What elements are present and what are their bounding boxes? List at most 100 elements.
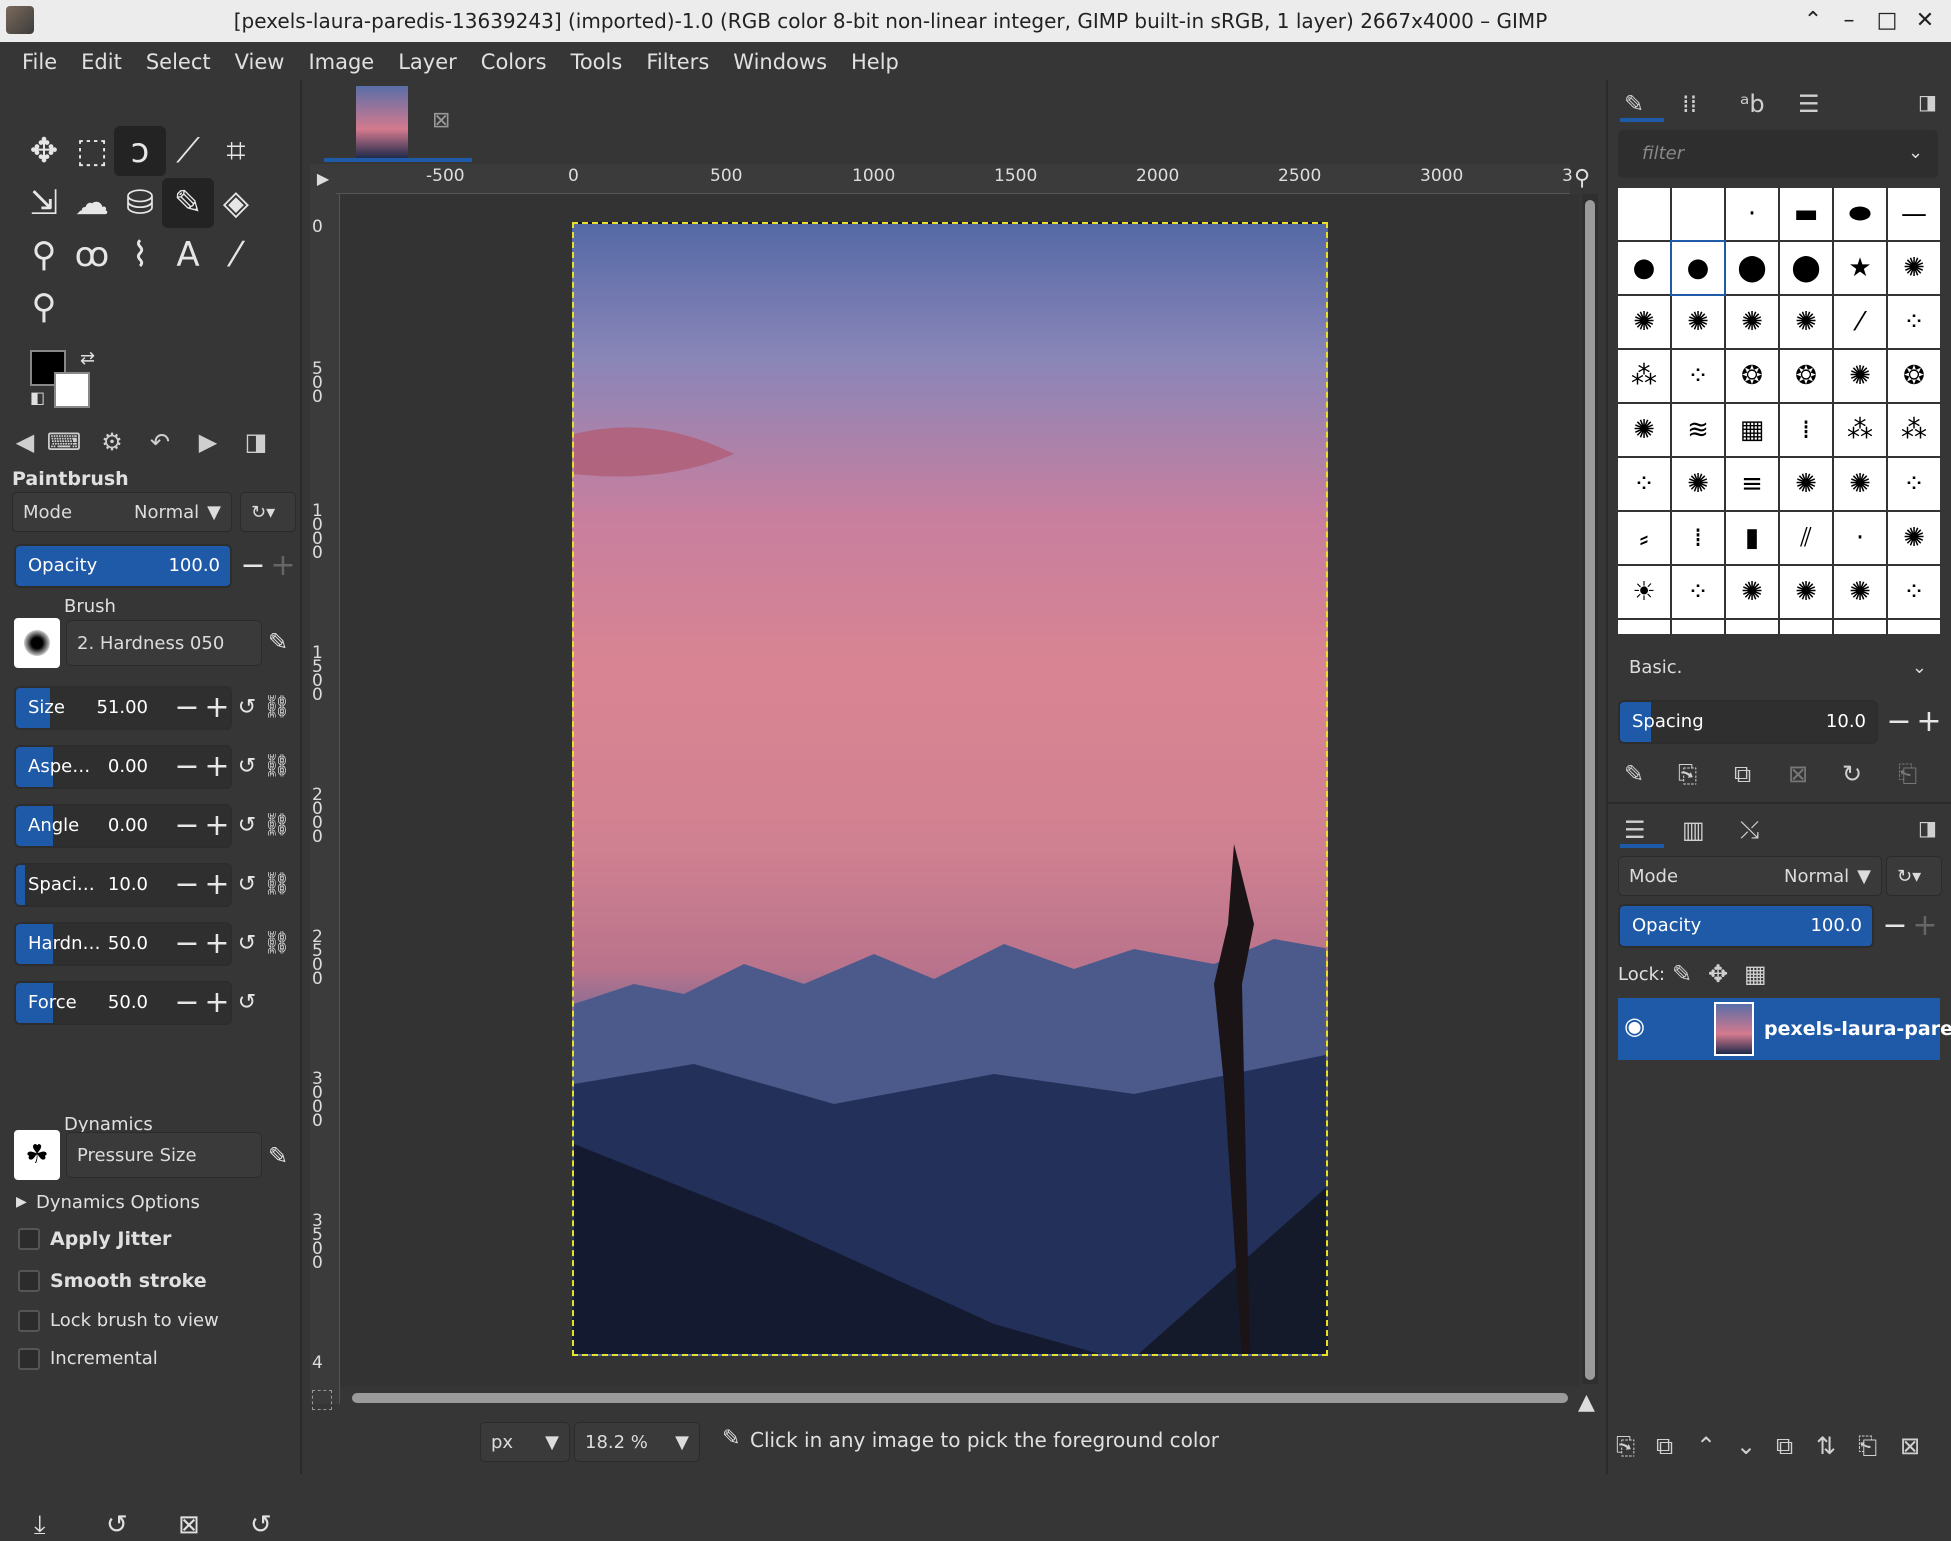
menu-select[interactable]: Select bbox=[134, 44, 223, 80]
crop-icon[interactable]: ⌗ bbox=[210, 126, 262, 176]
brush-preset-cell[interactable]: ⬤ bbox=[1780, 242, 1832, 294]
slider-reset-icon[interactable]: ↺ bbox=[232, 686, 262, 730]
restore-options-icon[interactable]: ↺ bbox=[106, 1510, 128, 1540]
raise-layer-icon[interactable]: ⌃ bbox=[1696, 1432, 1716, 1460]
slider-plus-button[interactable]: + bbox=[202, 863, 232, 907]
spacing-minus-button[interactable]: − bbox=[1884, 700, 1914, 744]
navigate-icon[interactable]: ▲ bbox=[1578, 1390, 1595, 1415]
vertical-scrollbar[interactable] bbox=[1582, 194, 1598, 1384]
unified-transform-icon[interactable]: ⇲ bbox=[18, 178, 70, 228]
brush-preset-cell[interactable]: ● bbox=[1618, 242, 1670, 294]
duplicate-brush-icon[interactable]: ⧉ bbox=[1734, 760, 1751, 788]
opacity-minus-button[interactable]: − bbox=[238, 544, 268, 588]
slider-reset-icon[interactable]: ↺ bbox=[232, 745, 262, 789]
brush-preset-cell[interactable]: ✺ bbox=[1726, 566, 1778, 618]
brush-preset-cell[interactable]: ≋ bbox=[1672, 404, 1724, 456]
edit-dynamics-icon[interactable]: ✎ bbox=[268, 1142, 288, 1170]
brush-preset-cell[interactable]: ✺ bbox=[1834, 458, 1886, 510]
free-select-icon[interactable]: ↄ bbox=[114, 126, 166, 176]
menu-windows[interactable]: Windows bbox=[721, 44, 839, 80]
chevron-down-icon[interactable]: ⌄ bbox=[1908, 142, 1923, 163]
brush-preset-cell[interactable]: ✺ bbox=[1672, 296, 1724, 348]
duplicate-layer-icon[interactable]: ⧉ bbox=[1776, 1432, 1793, 1460]
brush-preset-cell[interactable]: ▮ bbox=[1726, 512, 1778, 564]
menu-view[interactable]: View bbox=[223, 44, 297, 80]
quick-mask-icon[interactable] bbox=[312, 1390, 332, 1410]
incremental-checkbox[interactable] bbox=[18, 1348, 40, 1370]
brush-preset-cell[interactable]: ✺ bbox=[1834, 620, 1886, 634]
background-color-swatch[interactable] bbox=[54, 372, 90, 408]
brush-preset-cell[interactable]: ✺ bbox=[1672, 458, 1724, 510]
brush-preset-cell[interactable]: ✺ bbox=[1672, 620, 1724, 634]
document-history-tab-icon[interactable]: ☰ bbox=[1798, 90, 1820, 118]
zoom-combo[interactable]: 18.2 % ▼ bbox=[574, 1422, 700, 1462]
maximize-button[interactable]: □ bbox=[1870, 6, 1904, 36]
new-brush-icon[interactable]: ⎘ bbox=[1678, 760, 1697, 788]
undo-history-tab-icon[interactable]: ↶ bbox=[136, 428, 184, 456]
zoom-tool-icon[interactable]: ⚲ bbox=[18, 282, 70, 332]
brush-preset-cell[interactable]: ⁘ bbox=[1888, 296, 1940, 348]
slider-link-icon[interactable]: ⛓ bbox=[262, 804, 292, 848]
channels-tab-icon[interactable]: ▥ bbox=[1682, 816, 1705, 844]
image-tab[interactable]: ⊠ bbox=[322, 80, 474, 164]
window-shade-button[interactable]: ⌃ bbox=[1796, 6, 1830, 36]
vertical-scroll-thumb[interactable] bbox=[1585, 200, 1595, 1380]
opacity-slider[interactable]: Opacity 100.0 bbox=[14, 544, 232, 588]
brush-preset-cell[interactable]: ⁂ bbox=[1618, 350, 1670, 402]
brush-preset-cell[interactable]: ⸗ bbox=[1618, 512, 1670, 564]
layer-opacity-minus-button[interactable]: − bbox=[1880, 904, 1910, 948]
mode-reset-combo[interactable]: ↻▾ bbox=[240, 492, 296, 532]
paths-icon[interactable]: ⌇ bbox=[114, 230, 166, 280]
slider-link-icon[interactable]: ⛓ bbox=[262, 922, 292, 966]
brush-preset-cell[interactable]: ⬤ bbox=[1726, 242, 1778, 294]
brush-preset-cell[interactable]: ✺ bbox=[1726, 620, 1778, 634]
brush-preset-cell[interactable]: ✺ bbox=[1888, 512, 1940, 564]
rect-select-icon[interactable]: ⬚ bbox=[66, 126, 118, 176]
brush-preset-cell[interactable]: ❂ bbox=[1726, 350, 1778, 402]
dynamics-options-expander[interactable]: Dynamics Options bbox=[36, 1192, 200, 1213]
slider-minus-button[interactable]: − bbox=[172, 804, 202, 848]
slider-plus-button[interactable]: + bbox=[202, 686, 232, 730]
brush-spacing-slider[interactable]: Spacing 10.0 bbox=[1618, 700, 1878, 744]
refresh-brushes-icon[interactable]: ↻ bbox=[1842, 760, 1862, 788]
delete-brush-icon[interactable]: ⊠ bbox=[1788, 760, 1808, 788]
brush-preset-cell[interactable]: ⁘ bbox=[1672, 350, 1724, 402]
brush-preset-cell[interactable]: ⁘ bbox=[1618, 458, 1670, 510]
menu-tools[interactable]: Tools bbox=[559, 44, 635, 80]
delete-options-icon[interactable]: ⊠ bbox=[178, 1510, 200, 1540]
reset-options-icon[interactable]: ↺ bbox=[250, 1510, 272, 1540]
image-canvas[interactable] bbox=[572, 222, 1328, 1356]
fonts-tab-icon[interactable]: ᵃb bbox=[1740, 90, 1765, 118]
brush-filter-input[interactable]: filter bbox=[1618, 130, 1938, 178]
brush-preset-cell[interactable]: ✺ bbox=[1618, 296, 1670, 348]
color-picker-icon[interactable]: ⁄ bbox=[210, 230, 262, 280]
menu-file[interactable]: File bbox=[10, 44, 69, 80]
brush-preset-cell[interactable]: ⁞ bbox=[1672, 512, 1724, 564]
brush-preset-cell[interactable]: ✺ bbox=[1726, 296, 1778, 348]
brush-preset-cell[interactable]: ▬ bbox=[1780, 188, 1832, 240]
brush-preset-cell[interactable]: ⬬ bbox=[1834, 188, 1886, 240]
spacing-plus-button[interactable]: + bbox=[1914, 700, 1944, 744]
slider-link-icon[interactable]: ⛓ bbox=[262, 745, 292, 789]
expander-arrow-icon[interactable]: ▶ bbox=[16, 1194, 27, 1210]
visibility-eye-icon[interactable]: ◉ bbox=[1624, 1012, 1645, 1040]
opacity-plus-button[interactable]: + bbox=[268, 544, 298, 588]
swap-colors-icon[interactable]: ⇄ bbox=[80, 348, 95, 369]
dynamics-preview-icon[interactable]: ☘ bbox=[14, 1130, 60, 1180]
add-mask-icon[interactable]: ⎗ bbox=[1858, 1432, 1877, 1460]
slider-reset-icon[interactable]: ↺ bbox=[232, 981, 262, 1025]
delete-layer-icon[interactable]: ⊠ bbox=[1900, 1432, 1920, 1460]
save-options-icon[interactable]: ⤓ bbox=[34, 1510, 46, 1541]
menu-help[interactable]: Help bbox=[839, 44, 911, 80]
apply-jitter-checkbox[interactable] bbox=[18, 1228, 40, 1250]
slider-minus-button[interactable]: − bbox=[172, 686, 202, 730]
brush-preset-cell[interactable]: ☀ bbox=[1618, 566, 1670, 618]
smudge-icon[interactable]: ꝏ bbox=[66, 230, 118, 280]
layer-opacity-plus-button[interactable]: + bbox=[1910, 904, 1940, 948]
brush-preset-cell[interactable]: ⁂ bbox=[1888, 404, 1940, 456]
paintbrush-tool-icon[interactable]: ✎ bbox=[162, 178, 214, 228]
scroll-right-icon[interactable]: ▶ bbox=[184, 428, 232, 456]
brush-preset-cell[interactable]: ⁘ bbox=[1888, 566, 1940, 618]
brush-preset-cell[interactable]: ⫽ bbox=[1780, 512, 1832, 564]
brush-preset-cell[interactable]: ⁘ bbox=[1888, 458, 1940, 510]
